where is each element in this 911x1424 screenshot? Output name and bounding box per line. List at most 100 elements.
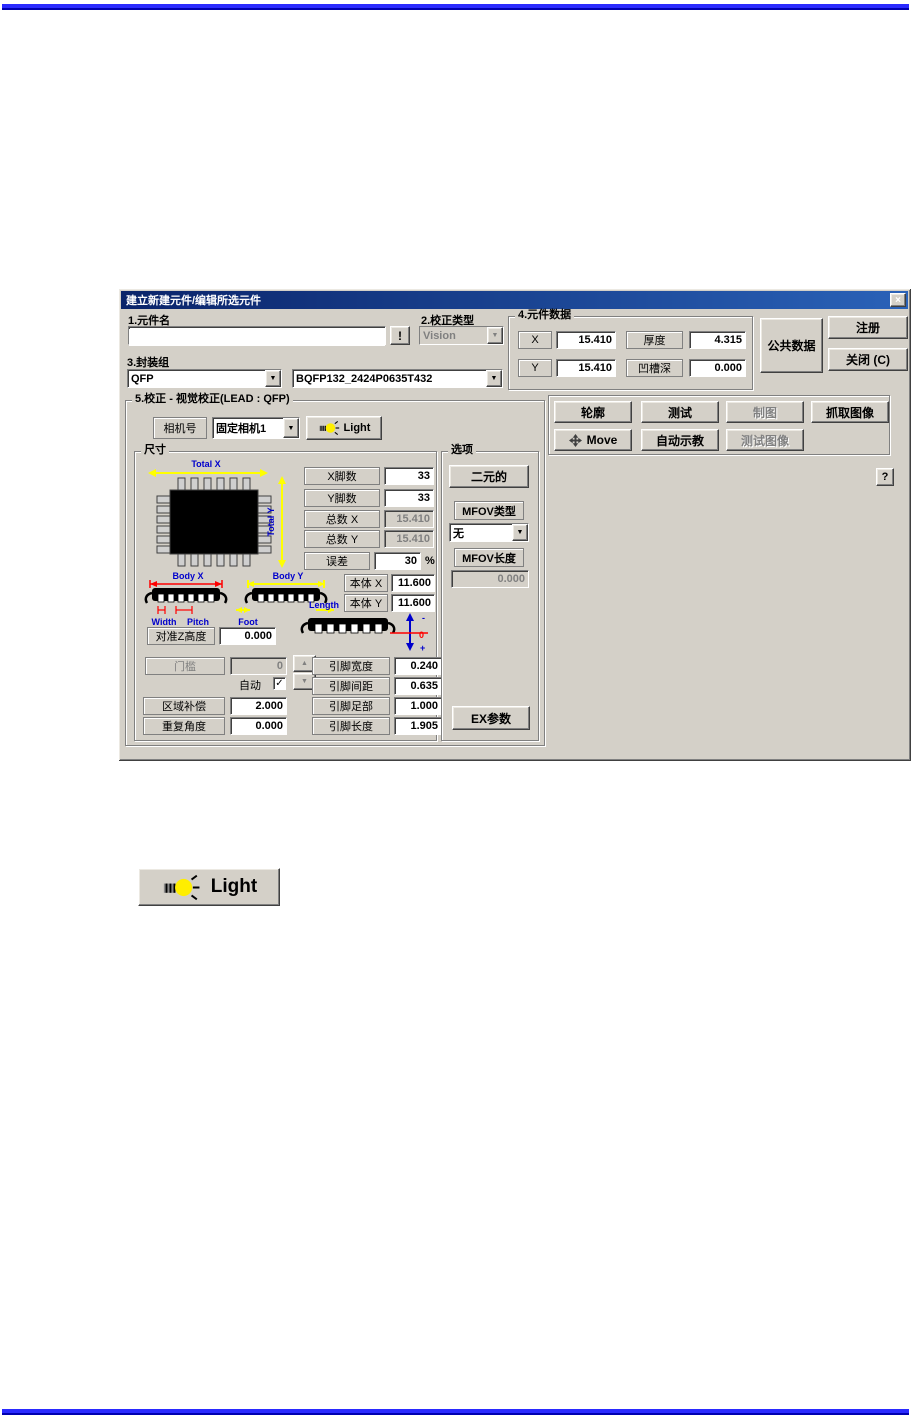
- total-y-label: 总数 Y: [304, 530, 380, 548]
- alert-button[interactable]: !: [390, 326, 410, 345]
- grab-image-button[interactable]: 抓取图像: [811, 401, 889, 423]
- total-y-field: 15.410: [384, 530, 434, 548]
- align-z-field[interactable]: 0.000: [219, 627, 276, 645]
- part-name-input[interactable]: [129, 328, 385, 346]
- x-pins-field[interactable]: 33: [384, 467, 434, 485]
- y-pins-field[interactable]: 33: [384, 489, 434, 507]
- qfp-top-view-diagram: Total X Total Y: [148, 459, 286, 568]
- body-y-label: 本体 Y: [344, 594, 388, 612]
- area-comp-field[interactable]: 2.000: [230, 697, 287, 715]
- page-bottom-rule: [2, 1409, 909, 1415]
- body-y-field[interactable]: 11.600: [391, 594, 435, 612]
- repeat-angle-label: 重复角度: [143, 717, 225, 735]
- x-field[interactable]: 15.410: [556, 331, 616, 349]
- part-name-field-wrap: [128, 326, 386, 346]
- test-button[interactable]: 测试: [641, 401, 719, 423]
- lead-pitch-field[interactable]: 0.635: [394, 677, 442, 695]
- light-illustration-label: Light: [210, 876, 258, 897]
- body-y-dim-label: Body Y: [273, 571, 304, 581]
- lead-width-label: 引脚宽度: [312, 657, 390, 675]
- auto-checkbox[interactable]: ✓: [273, 677, 286, 690]
- camera-value: 固定相机1: [216, 423, 267, 435]
- move-button[interactable]: Move: [554, 429, 632, 451]
- plot-button: 制图: [726, 401, 804, 423]
- mfov-length-field: 0.000: [451, 570, 529, 588]
- move-arrows-icon: [568, 433, 582, 447]
- size-groupbox: 尺寸 Total X Total Y X脚数 33 Y脚数 33 总数 X 15…: [134, 444, 442, 741]
- total-x-field: 15.410: [384, 510, 434, 528]
- tolerance-unit: %: [425, 555, 435, 567]
- chevron-down-icon[interactable]: ▼: [486, 370, 502, 387]
- chevron-down-icon[interactable]: ▼: [265, 370, 281, 387]
- light-bulb-icon: [319, 421, 339, 435]
- move-button-label: Move: [586, 433, 618, 447]
- dialog-window: 建立新建元件/编辑所选元件 × 1.元件名 ! 2.校正类型 Vision ▼ …: [118, 288, 911, 761]
- chevron-down-icon: ▼: [487, 327, 503, 344]
- x-label: X: [518, 331, 552, 349]
- mfov-type-dropdown[interactable]: 无 ▼: [449, 523, 529, 542]
- x-pins-label: X脚数: [304, 467, 380, 485]
- lead-foot-field[interactable]: 1.000: [394, 697, 442, 715]
- dialog-titlebar[interactable]: 建立新建元件/编辑所选元件 ×: [121, 291, 908, 309]
- dialog-title: 建立新建元件/编辑所选元件: [126, 295, 262, 307]
- align-z-label: 对准Z高度: [147, 627, 215, 645]
- chevron-down-icon[interactable]: ▼: [283, 418, 299, 438]
- package-group-dropdown[interactable]: QFP ▼: [127, 369, 282, 388]
- outline-button[interactable]: 轮廓: [554, 401, 632, 423]
- mfov-type-label: MFOV类型: [454, 501, 524, 520]
- camera-number-label: 相机号: [153, 417, 207, 439]
- light-button-label: Light: [343, 422, 371, 434]
- body-x-label: 本体 X: [344, 574, 388, 592]
- width-dim-label: Width: [152, 617, 177, 627]
- lead-foot-label: 引脚足部: [312, 697, 390, 715]
- ex-params-button[interactable]: EX参数: [452, 706, 530, 730]
- lead-length-field[interactable]: 1.905: [394, 717, 442, 735]
- calibration-groupbox: 5.校正 - 视觉校正(LEAD : QFP) 相机号 固定相机1 ▼ Ligh…: [125, 393, 545, 746]
- lead-width-field[interactable]: 0.240: [394, 657, 442, 675]
- threshold-label: 门槛: [145, 657, 225, 675]
- package-dropdown[interactable]: BQFP132_2424P0635T432 ▼: [292, 369, 503, 388]
- groove-depth-field[interactable]: 0.000: [689, 359, 746, 377]
- pitch-dim-label: Pitch: [187, 617, 209, 627]
- body-x-dim-label: Body X: [172, 571, 203, 581]
- page-top-rule: [2, 4, 909, 10]
- length-side-view-diagram: - 0 +: [300, 613, 428, 652]
- binary-button[interactable]: 二元的: [449, 465, 529, 488]
- tolerance-field[interactable]: 30: [374, 552, 421, 570]
- common-data-button[interactable]: 公共数据: [760, 318, 823, 373]
- chevron-down-icon[interactable]: ▼: [512, 524, 528, 541]
- light-button[interactable]: Light: [306, 416, 382, 440]
- calibration-group-label: 5.校正 - 视觉校正(LEAD : QFP): [132, 393, 293, 406]
- total-x-dim-label: Total X: [191, 459, 220, 469]
- length-dim-label: Length: [309, 600, 339, 610]
- body-x-field[interactable]: 11.600: [391, 574, 435, 592]
- package-group-label: 3.封装组: [127, 357, 170, 369]
- light-button-illustration: Light: [138, 868, 280, 906]
- package-group-value: QFP: [131, 372, 154, 385]
- thickness-field[interactable]: 4.315: [689, 331, 746, 349]
- cal-type-dropdown: Vision ▼: [419, 326, 504, 345]
- mfov-type-value: 无: [453, 527, 464, 540]
- register-button[interactable]: 注册: [828, 316, 908, 339]
- close-icon[interactable]: ×: [890, 293, 906, 307]
- y-label: Y: [518, 359, 552, 377]
- groove-depth-label: 凹槽深: [626, 359, 683, 377]
- mfov-length-label: MFOV长度: [454, 548, 524, 567]
- repeat-angle-field[interactable]: 0.000: [230, 717, 287, 735]
- body-x-side-view-diagram: Body X Width Pitch: [144, 571, 228, 627]
- foot-dim-label: Foot: [238, 617, 258, 627]
- y-field[interactable]: 15.410: [556, 359, 616, 377]
- auto-teach-button[interactable]: 自动示教: [641, 429, 719, 451]
- auto-label: 自动: [239, 680, 261, 692]
- camera-dropdown[interactable]: 固定相机1 ▼: [212, 417, 300, 439]
- options-group-label: 选项: [448, 444, 476, 457]
- test-image-button: 测试图像: [726, 429, 804, 451]
- lead-pitch-label: 引脚间距: [312, 677, 390, 695]
- action-buttons-frame: 轮廓 测试 制图 抓取图像 Move 自动示教 测试图像: [548, 395, 890, 455]
- area-comp-label: 区域补偿: [143, 697, 225, 715]
- help-button[interactable]: ?: [876, 468, 894, 486]
- light-bulb-icon: [163, 874, 200, 900]
- close-button[interactable]: 关闭 (C): [828, 348, 908, 371]
- lead-length-label: 引脚长度: [312, 717, 390, 735]
- package-value: BQFP132_2424P0635T432: [296, 372, 433, 385]
